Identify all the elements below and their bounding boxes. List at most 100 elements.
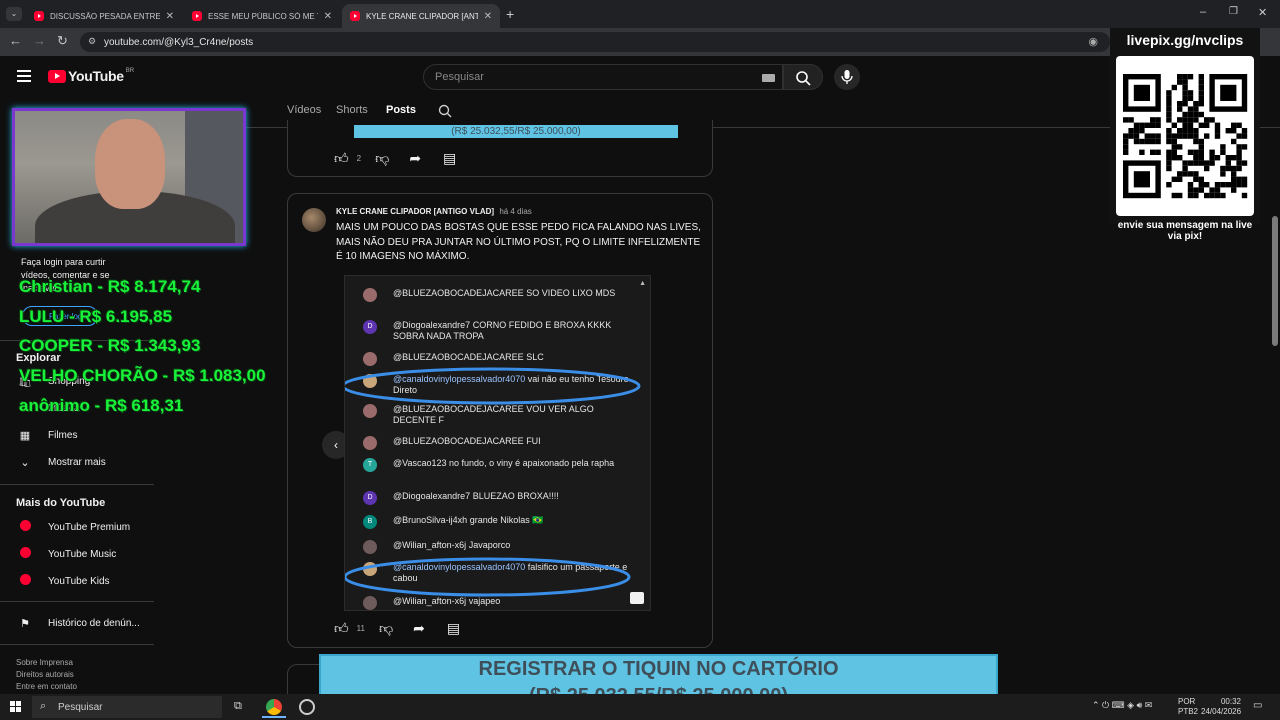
youtube-music-icon	[16, 547, 34, 561]
back-icon[interactable]: ←	[9, 33, 22, 48]
browser-tab-3[interactable]: KYLE CRANE CLIPADOR [ANTIG ✕	[342, 4, 500, 28]
browser-tab-2[interactable]: ESSE MEU PÚBLICO SÓ ME TR ✕	[184, 4, 340, 28]
footer-link-row[interactable]: Sobre Imprensa	[16, 657, 77, 669]
reload-icon[interactable]: ↻	[57, 33, 68, 49]
tab-title: DISCUSSÃO PESADA ENTRE BL	[50, 11, 160, 21]
post-image[interactable]: ▲ @BLUEZAOBOCADEJACAREE SO VIDEO LIXO MD…	[344, 275, 651, 611]
author-avatar[interactable]	[302, 208, 326, 232]
share-icon[interactable]: ➦	[409, 150, 421, 167]
post-actions: 👍︎ 11 👎︎ ➦ ▤	[334, 620, 460, 637]
sidebar-item-label: Filmes	[48, 430, 78, 441]
channel-search-icon[interactable]	[437, 103, 453, 119]
donor-line: VELHO CHORÃO - R$ 1.083,00	[19, 366, 266, 385]
post-author-row: KYLE CRANE CLIPADOR [ANTIGO VLAD] há 4 d…	[336, 207, 532, 216]
task-view-icon[interactable]: ⧉	[234, 700, 242, 713]
tab-posts[interactable]: Posts	[386, 104, 416, 116]
new-tab-icon[interactable]: +	[506, 6, 514, 22]
dislike-icon[interactable]: 👎︎	[379, 620, 393, 637]
sidebar-item-label: YouTube Music	[48, 548, 117, 560]
donor-line: LULU - R$ 6.195,85	[19, 307, 173, 326]
footer-link-row[interactable]: Direitos autorais	[16, 669, 77, 681]
post-text: MAIS UM POUCO DAS BOSTAS QUE ESSE PEDO F…	[336, 222, 701, 262]
tab-title: ESSE MEU PÚBLICO SÓ ME TR	[208, 11, 318, 21]
close-window-icon[interactable]: ✕	[1258, 6, 1267, 19]
sidebar-item-label: Histórico de denún...	[48, 618, 140, 629]
clock[interactable]: 00:32 24/04/2026	[1201, 697, 1241, 717]
sidebar-item-youtube-premium[interactable]: YouTube Premium	[16, 520, 130, 534]
forward-icon[interactable]: →	[33, 33, 46, 48]
highlight-circles	[345, 367, 641, 597]
site-info-icon[interactable]: ⚙	[88, 36, 96, 47]
search-button[interactable]	[783, 64, 823, 90]
obs-taskbar-icon[interactable]	[299, 699, 315, 715]
sidebar-divider	[0, 484, 154, 485]
previous-post-card: (R$ 25.032,55/R$ 25.000,00) 👍︎ 2 👎︎ ➦ ▤	[287, 120, 713, 177]
chevron-down-icon: ⌄	[20, 457, 30, 469]
qr-title: livepix.gg/nvclips	[1126, 32, 1244, 48]
qr-code-pattern	[1123, 74, 1248, 199]
browser-tab-1[interactable]: DISCUSSÃO PESADA ENTRE BL ✕	[26, 4, 182, 28]
close-tab-icon[interactable]: ✕	[324, 11, 332, 22]
like-icon[interactable]: 👍︎	[334, 620, 349, 637]
youtube-logo[interactable]: YouTube BR	[48, 68, 134, 84]
tab-title: KYLE CRANE CLIPADOR [ANTIG	[366, 11, 478, 21]
youtube-wordmark: YouTube	[68, 68, 124, 84]
qr-caption: envie sua mensagem na live via pix!	[1117, 220, 1253, 242]
language-indicator[interactable]: POR PTB2	[1178, 697, 1198, 717]
eye-off-icon[interactable]: ◉	[1088, 35, 1098, 48]
url-field[interactable]: ⚙ youtube.com/@Kyl3_Cr4ne/posts ◉	[80, 32, 1110, 52]
comment-icon[interactable]: ▤	[447, 620, 460, 637]
browser-tab-bar: ⌄ DISCUSSÃO PESADA ENTRE BL ✕ ESSE MEU P…	[0, 0, 1280, 28]
previous-post-image-caption: (R$ 25.032,55/R$ 25.000,00)	[354, 125, 678, 138]
sidebar-show-more[interactable]: ⌄ Mostrar mais	[16, 456, 105, 469]
tab-shorts[interactable]: Shorts	[336, 104, 368, 116]
like-count: 11	[356, 624, 365, 633]
notification-icon[interactable]: ▭	[1253, 700, 1262, 711]
chrome-taskbar-icon[interactable]	[266, 699, 282, 715]
voice-search-button[interactable]	[834, 64, 860, 90]
youtube-premium-icon	[16, 520, 34, 534]
youtube-favicon-icon	[350, 11, 360, 21]
search-icon	[796, 71, 811, 86]
sidebar-item-label: YouTube Premium	[48, 521, 131, 533]
like-count: 2	[356, 154, 362, 163]
youtube-favicon-icon	[192, 11, 202, 21]
clock-time: 00:32	[1220, 697, 1241, 706]
keyboard-icon[interactable]	[762, 74, 775, 82]
close-tab-icon[interactable]: ✕	[166, 11, 174, 22]
donor-line: Christian - R$ 8.174,74	[19, 277, 201, 296]
windows-start-icon[interactable]	[10, 701, 22, 713]
post-author[interactable]: KYLE CRANE CLIPADOR [ANTIGO VLAD]	[336, 207, 494, 216]
share-icon[interactable]: ➦	[413, 620, 425, 637]
flag-icon: ⚑	[20, 618, 30, 630]
tab-videos[interactable]: Vídeos	[287, 104, 321, 116]
restore-icon[interactable]: ❐	[1229, 6, 1238, 17]
close-tab-icon[interactable]: ✕	[484, 11, 492, 22]
sidebar-item-report-history[interactable]: ⚑ Histórico de denún...	[16, 617, 140, 630]
microphone-icon	[841, 70, 853, 84]
sidebar-item-movies[interactable]: ▦ Filmes	[16, 429, 78, 442]
page-scrollbar-thumb[interactable]	[1272, 216, 1278, 346]
sidebar-item-youtube-music[interactable]: YouTube Music	[16, 547, 116, 561]
sidebar-item-label: YouTube Kids	[48, 575, 110, 587]
tray-icons[interactable]: ⌃ ⏻ ⌨ ◈ 🔊︎ ✉	[1092, 700, 1152, 711]
tab-search-button[interactable]: ⌄	[6, 7, 22, 21]
sidebar-divider	[0, 601, 154, 602]
post-time[interactable]: há 4 dias	[499, 207, 531, 216]
sidebar-item-youtube-kids[interactable]: YouTube Kids	[16, 574, 110, 588]
search-input[interactable]: Pesquisar	[423, 64, 783, 90]
taskbar-search[interactable]: ⌕ Pesquisar	[32, 696, 222, 718]
image-gallery-icon	[630, 592, 644, 604]
webcam-overlay	[12, 108, 246, 246]
minimize-icon[interactable]: –	[1200, 6, 1206, 18]
film-icon: ▦	[19, 430, 31, 442]
dislike-icon[interactable]: 👎︎	[375, 150, 389, 167]
like-icon[interactable]: 👍︎	[334, 150, 349, 167]
sidebar-divider	[0, 644, 154, 645]
menu-icon[interactable]	[17, 70, 31, 82]
youtube-play-icon	[48, 69, 66, 83]
footer-link-row[interactable]: Entre em contato	[16, 681, 77, 693]
keyboard-layout: PTB2	[1178, 707, 1199, 716]
donor-line: anônimo - R$ 618,31	[19, 396, 184, 415]
comment-icon[interactable]: ▤	[443, 150, 456, 167]
